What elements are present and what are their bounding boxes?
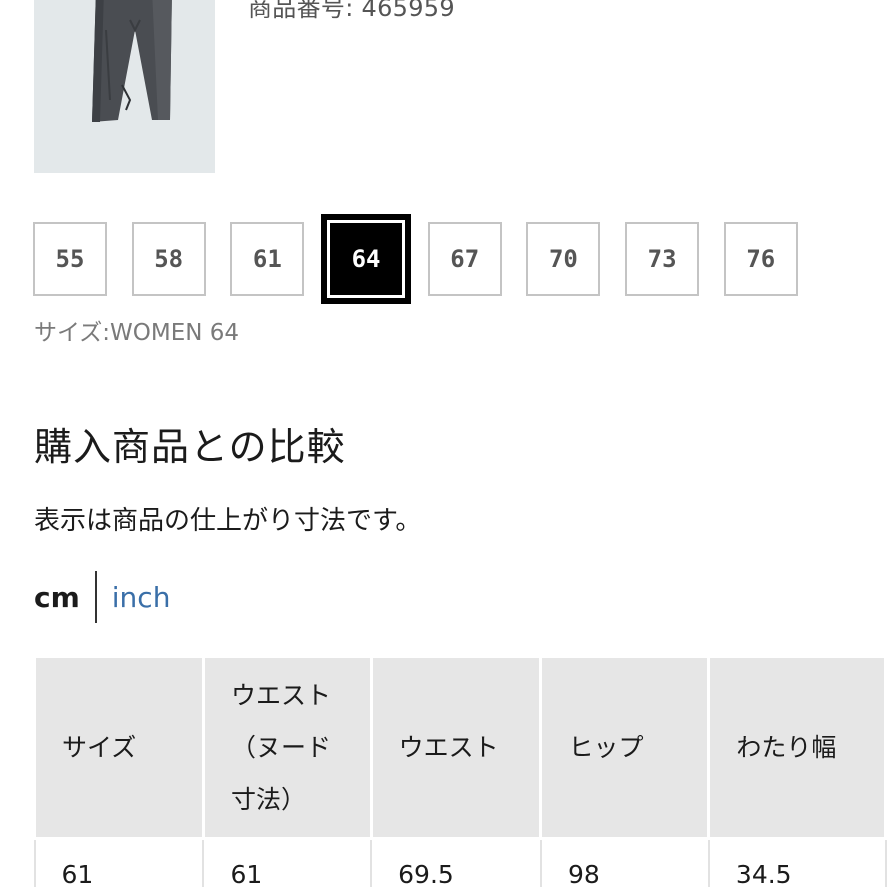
size-chip-58[interactable]: 58 bbox=[131, 222, 206, 296]
size-selector: 55 58 61 64 67 70 73 76 bbox=[33, 216, 823, 302]
header-waist: ウエスト bbox=[369, 655, 543, 840]
header-hip: ヒップ bbox=[539, 655, 711, 840]
table-header-row: サイズ ウエスト （ヌード 寸法） ウエスト ヒップ わたり幅 bbox=[33, 655, 887, 840]
cell-thigh-width: 34.5 bbox=[707, 837, 887, 887]
size-chip-61[interactable]: 61 bbox=[230, 222, 305, 296]
unit-divider bbox=[94, 571, 97, 623]
header-hip-text: ヒップ bbox=[568, 732, 644, 762]
header-thigh-width-text: わたり幅 bbox=[736, 732, 837, 762]
size-chip-73[interactable]: 73 bbox=[625, 222, 700, 296]
unit-toggle: cm inch bbox=[34, 571, 170, 623]
header-size-text: サイズ bbox=[62, 732, 137, 762]
selected-size-caption: サイズ:WOMEN 64 bbox=[34, 320, 240, 346]
dimension-note: 表示は商品の仕上がり寸法です。 bbox=[34, 506, 422, 536]
product-size-page: 商品番号: 465959 55 58 61 64 67 70 73 76 サイズ… bbox=[0, 0, 887, 887]
cell-size: 61 bbox=[33, 837, 205, 887]
size-comparison-table: サイズ ウエスト （ヌード 寸法） ウエスト ヒップ わたり幅 61 61 69… bbox=[33, 655, 887, 887]
header-waist-text: ウエスト bbox=[398, 732, 499, 762]
size-chip-70[interactable]: 70 bbox=[526, 222, 601, 296]
size-chip-55[interactable]: 55 bbox=[33, 222, 107, 296]
size-chip-76[interactable]: 76 bbox=[723, 222, 798, 296]
header-nude-waist-line2: （ヌード bbox=[230, 732, 331, 762]
header-size: サイズ bbox=[33, 655, 205, 840]
header-nude-waist-line1: ウエスト bbox=[230, 680, 331, 710]
cell-nude-waist: 61 bbox=[202, 837, 373, 887]
pants-image bbox=[92, 0, 172, 122]
table-row: 61 61 69.5 98 34.5 bbox=[33, 837, 887, 887]
size-chip-67[interactable]: 67 bbox=[427, 222, 502, 296]
cell-waist: 69.5 bbox=[370, 837, 542, 887]
comparison-title: 購入商品との比較 bbox=[34, 425, 346, 469]
header-nude-waist: ウエスト （ヌード 寸法） bbox=[201, 655, 373, 840]
product-thumbnail[interactable] bbox=[34, 0, 215, 173]
header-thigh-width: わたり幅 bbox=[707, 655, 887, 840]
size-chip-64-selected[interactable]: 64 bbox=[323, 216, 410, 302]
unit-cm[interactable]: cm bbox=[34, 581, 80, 614]
product-number: 商品番号: 465959 bbox=[248, 0, 455, 22]
unit-inch-link[interactable]: inch bbox=[112, 581, 171, 614]
cell-hip: 98 bbox=[539, 837, 710, 887]
header-nude-waist-line3: 寸法） bbox=[230, 784, 306, 814]
